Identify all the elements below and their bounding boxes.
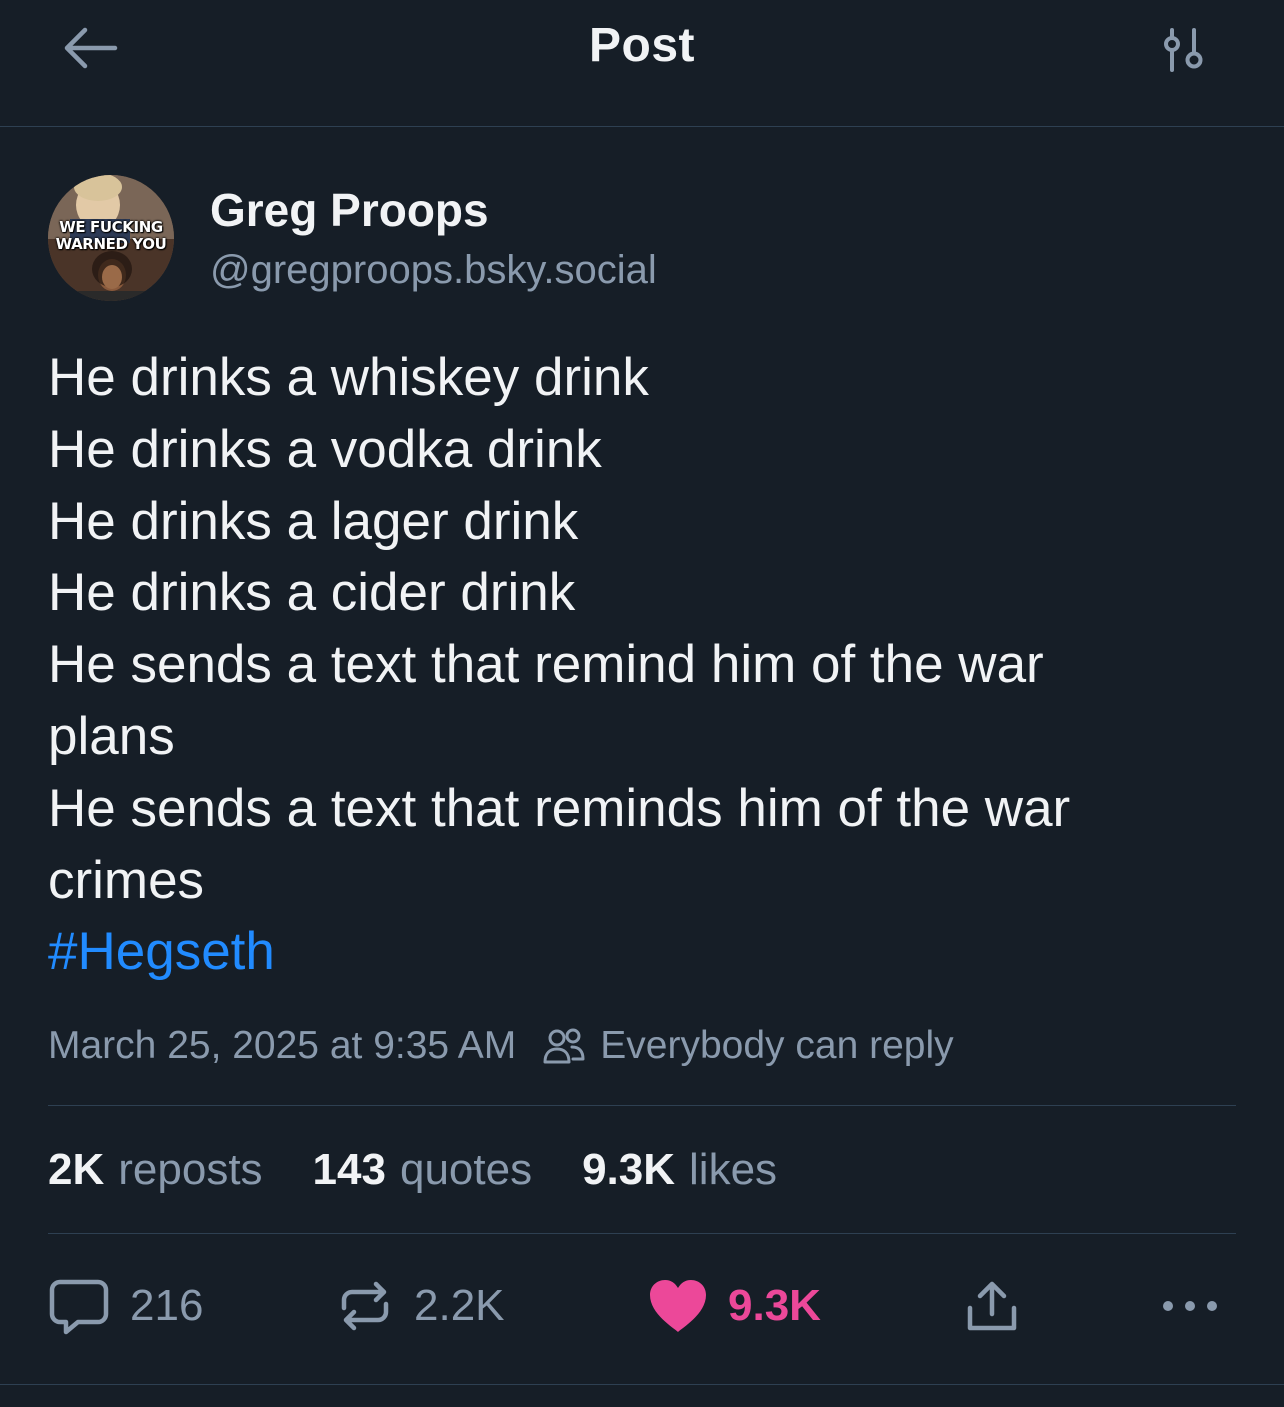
repost-icon	[341, 1281, 389, 1331]
share-button[interactable]	[964, 1268, 1020, 1344]
thread-settings-button[interactable]	[1152, 20, 1216, 80]
quotes-count: 143	[312, 1145, 386, 1194]
post-line: He drinks a cider drink	[48, 563, 576, 623]
post-text: He drinks a whiskey drink He drinks a vo…	[48, 342, 1248, 988]
post-line: He drinks a lager drink	[48, 491, 579, 551]
share-icon	[967, 1281, 1017, 1331]
reposts-stat[interactable]: 2K reposts	[48, 1145, 263, 1195]
post-line: He drinks a vodka drink	[48, 419, 602, 479]
avatar-caption-line-2: WARNED YOU	[55, 235, 167, 253]
reply-count: 216	[130, 1281, 204, 1330]
likes-stat[interactable]: 9.3K likes	[582, 1145, 777, 1195]
sliders-icon	[1164, 28, 1203, 72]
post-line: crimes	[48, 850, 205, 910]
post-line: plans	[48, 706, 175, 766]
avatar-caption-line-1: WE FUCKING	[59, 218, 163, 236]
page-title: Post	[588, 19, 695, 72]
avatar-caption: WE FUCKING WARNED YOU	[48, 219, 174, 253]
like-button[interactable]: 9.3K	[648, 1268, 821, 1344]
quotes-stat[interactable]: 143 quotes	[313, 1145, 533, 1195]
divider	[0, 1384, 1284, 1385]
author-display-name[interactable]: Greg Proops	[210, 183, 489, 237]
top-bar: Post	[0, 0, 1284, 127]
post-timestamp: March 25, 2025 at 9:35 AM	[48, 1024, 517, 1067]
post-stats: 2K reposts 143 quotes 9.3K likes	[48, 1140, 827, 1200]
post-author: WE FUCKING WARNED YOU Greg Proops @gregp…	[48, 175, 1238, 305]
repost-count: 2.2K	[414, 1281, 505, 1330]
reply-setting-label: Everybody can reply	[600, 1024, 954, 1067]
heart-filled-icon	[650, 1280, 706, 1332]
speech-bubble-icon	[49, 1279, 109, 1335]
reposts-label: reposts	[118, 1145, 263, 1194]
post-line: He sends a text that reminds him of the …	[48, 778, 1071, 838]
divider	[48, 1233, 1236, 1234]
reposts-count: 2K	[48, 1145, 105, 1194]
avatar[interactable]: WE FUCKING WARNED YOU	[48, 175, 174, 301]
people-icon	[543, 1028, 585, 1064]
action-bar: 216 2.2K 9.3K	[48, 1268, 1238, 1344]
likes-label: likes	[689, 1145, 778, 1194]
ellipsis-icon	[1163, 1301, 1217, 1311]
reply-setting[interactable]: Everybody can reply	[542, 1024, 954, 1068]
divider	[48, 1105, 1236, 1106]
author-handle[interactable]: @gregproops.bsky.social	[210, 248, 657, 293]
more-options-button[interactable]	[1160, 1268, 1220, 1344]
post-meta: March 25, 2025 at 9:35 AM Everybody can …	[48, 1018, 1238, 1074]
reply-button[interactable]: 216	[48, 1268, 203, 1344]
hashtag-link[interactable]: #Hegseth	[48, 916, 275, 988]
like-count: 9.3K	[728, 1281, 821, 1330]
likes-count: 9.3K	[582, 1145, 676, 1194]
quotes-label: quotes	[399, 1145, 533, 1194]
repost-button[interactable]: 2.2K	[336, 1268, 505, 1344]
post-line: He drinks a whiskey drink	[48, 348, 649, 407]
post-line: He sends a text that remind him of the w…	[48, 635, 1044, 695]
